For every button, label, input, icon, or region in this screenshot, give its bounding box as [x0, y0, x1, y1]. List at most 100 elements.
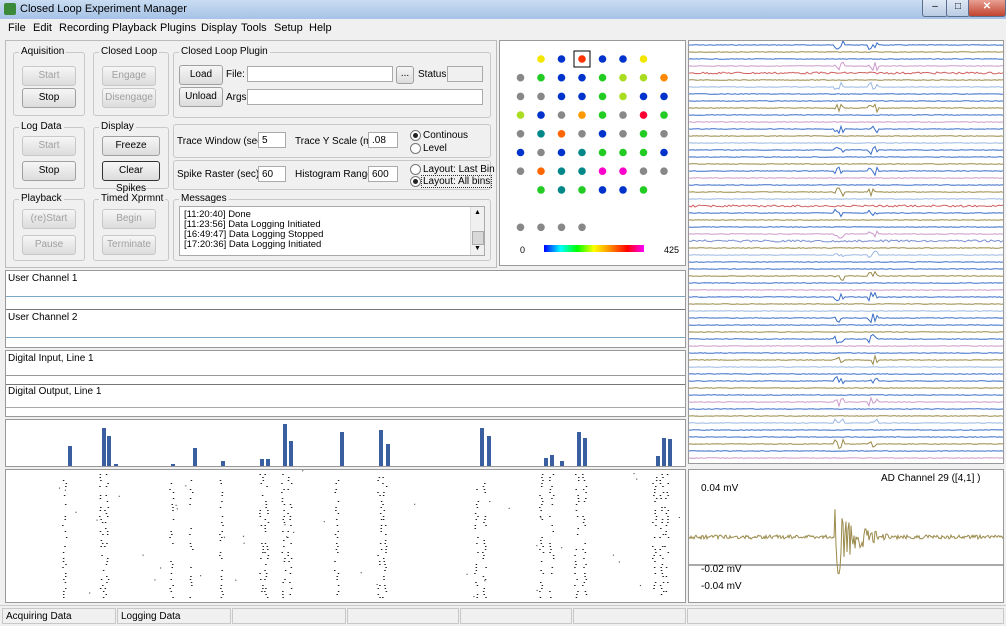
menu-file[interactable]: File	[8, 22, 26, 34]
menu-edit[interactable]: Edit	[33, 22, 52, 34]
args-input[interactable]	[247, 89, 483, 105]
raster-tick	[652, 483, 654, 484]
digital-divider	[6, 384, 685, 385]
raster-tick	[655, 552, 657, 553]
menu-plugins[interactable]: Plugins	[160, 22, 196, 34]
raster-tick	[64, 576, 67, 577]
maximize-button[interactable]: □	[946, 0, 970, 17]
minimize-button[interactable]: –	[922, 0, 948, 17]
electrode-dot	[537, 73, 545, 82]
raster-tick	[220, 597, 223, 598]
raster-tick	[242, 535, 245, 537]
raster-tick	[552, 495, 555, 496]
raster-tick	[655, 516, 658, 517]
raster-tick	[485, 567, 487, 568]
histogram-range-input[interactable]: 600	[368, 166, 398, 182]
raster-tick	[265, 507, 267, 508]
layout-last-bin-radio[interactable]	[410, 164, 421, 175]
acquisition-start-button[interactable]: Start	[22, 66, 76, 86]
log-start-button[interactable]: Start	[22, 136, 76, 156]
histogram-bar	[544, 458, 548, 466]
load-button[interactable]: Load	[179, 65, 223, 85]
raster-tick	[335, 543, 338, 544]
menu-playback[interactable]: Playback	[112, 22, 157, 34]
electrode-map[interactable]: 0 425	[500, 41, 685, 265]
continuous-radio[interactable]	[410, 130, 421, 141]
raster-tick	[539, 495, 541, 496]
raster-tick	[482, 486, 485, 487]
raster-tick	[653, 585, 656, 586]
playback-pause-button[interactable]: Pause	[22, 235, 76, 255]
raster-tick	[653, 588, 655, 589]
raster-tick	[172, 507, 174, 508]
raster-tick	[483, 555, 485, 556]
channel-trace-line	[689, 303, 1003, 305]
browse-button[interactable]: ...	[396, 66, 414, 84]
file-input[interactable]	[247, 66, 393, 82]
raster-tick	[142, 554, 144, 556]
disengage-button[interactable]: Disengage	[102, 88, 156, 108]
raster-tick	[382, 597, 384, 598]
terminate-button[interactable]: Terminate	[102, 235, 156, 255]
menu-recording[interactable]: Recording	[59, 22, 109, 34]
level-radio[interactable]	[410, 143, 421, 154]
histogram-bar	[221, 461, 225, 466]
raster-tick	[220, 588, 222, 589]
trace-window-input[interactable]: 5	[258, 132, 286, 148]
raster-tick	[259, 474, 261, 475]
raster-tick	[335, 489, 337, 490]
channel-trace-line	[689, 156, 1003, 158]
unload-button[interactable]: Unload	[179, 87, 223, 107]
acquisition-stop-button[interactable]: Stop	[22, 88, 76, 108]
electrode-dot	[598, 92, 607, 101]
trace-yscale-input[interactable]: .08	[368, 132, 398, 148]
raster-tick	[259, 510, 262, 511]
raster-tick	[477, 501, 480, 502]
channel-trace-line	[689, 247, 1003, 249]
raster-tick	[106, 534, 109, 535]
menu-tools[interactable]: Tools	[241, 22, 267, 34]
raster-tick	[262, 588, 264, 589]
raster-tick	[482, 558, 485, 559]
engage-button[interactable]: Engage	[102, 66, 156, 86]
raster-tick	[172, 543, 174, 544]
channel-trace-line	[689, 51, 1003, 53]
electrode-dot	[578, 92, 586, 101]
messages-scrollbar[interactable]: ▲ ▼	[470, 207, 484, 255]
raster-tick	[549, 546, 552, 547]
channel-traces[interactable]	[689, 41, 1003, 463]
raster-tick	[172, 585, 174, 586]
playback-restart-button[interactable]: (re)Start	[22, 209, 76, 229]
electrode-dot	[619, 130, 627, 138]
raster-tick	[550, 597, 552, 598]
electrode-dot	[578, 148, 586, 157]
menu-display[interactable]: Display	[201, 22, 237, 34]
spike-raster-input[interactable]: 60	[258, 166, 286, 182]
begin-button[interactable]: Begin	[102, 209, 156, 229]
raster-tick	[549, 492, 551, 493]
freeze-button[interactable]: Freeze	[102, 136, 160, 156]
raster-tick	[283, 540, 285, 541]
raster-tick	[540, 517, 542, 519]
status-cell-5	[460, 608, 572, 624]
menu-help[interactable]: Help	[309, 22, 332, 34]
scroll-thumb[interactable]	[472, 231, 484, 245]
raster-tick	[382, 477, 384, 478]
electrode-dot	[639, 186, 648, 194]
status-label: Status:	[418, 69, 450, 80]
raster-tick	[667, 537, 670, 538]
close-button[interactable]: ✕	[968, 0, 1006, 17]
raster-tick	[289, 594, 292, 595]
channel-trace-line	[689, 289, 1003, 291]
messages-list[interactable]: [11:20:40] Done [11:23:56] Data Logging …	[179, 206, 485, 256]
raster-tick	[382, 504, 384, 505]
scroll-down-icon[interactable]: ▼	[474, 245, 481, 252]
menu-setup[interactable]: Setup	[274, 22, 303, 34]
scroll-up-icon[interactable]: ▲	[474, 209, 481, 216]
raster-tick	[484, 516, 487, 517]
continuous-label: Continous	[423, 130, 469, 141]
layout-all-bins-radio[interactable]	[410, 176, 421, 187]
raster-tick	[380, 528, 382, 529]
log-stop-button[interactable]: Stop	[22, 161, 76, 181]
clear-spikes-button[interactable]: Clear Spikes	[102, 161, 160, 194]
